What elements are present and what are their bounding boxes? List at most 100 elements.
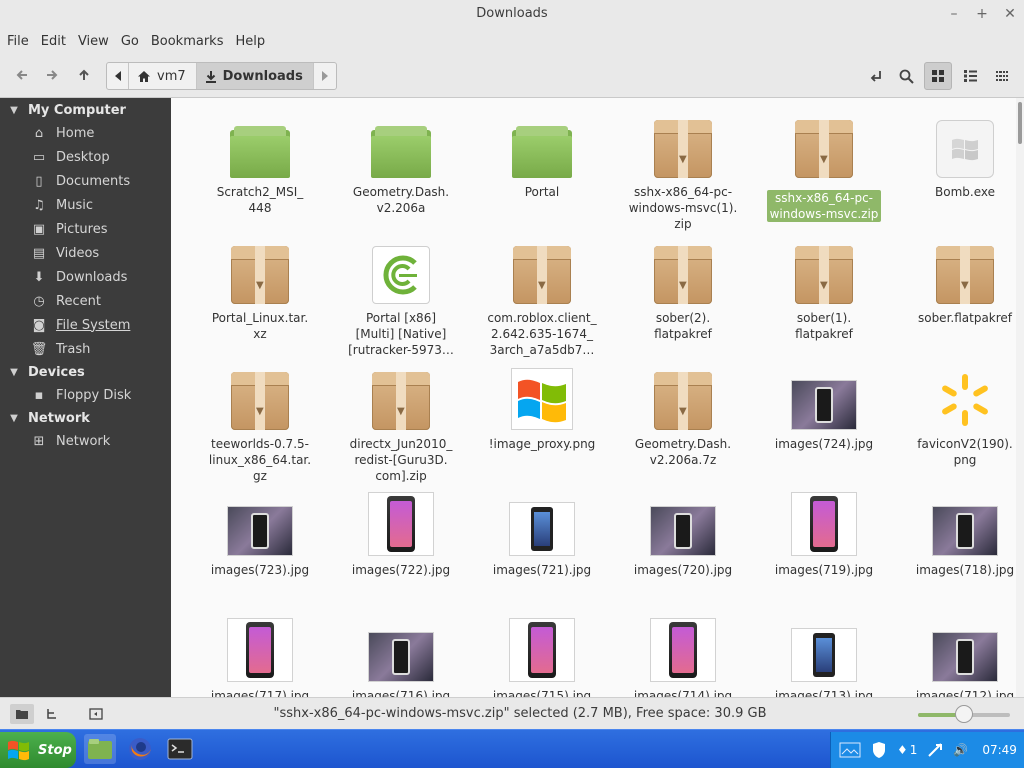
file-item[interactable]: images(721).jpg — [477, 488, 607, 578]
sidebar-item-label: Trash — [56, 341, 91, 357]
scrollbar-thumb[interactable] — [1018, 102, 1022, 144]
breadcrumb-vm7[interactable]: vm7 — [129, 63, 197, 89]
file-item[interactable]: images(713).jpg — [759, 614, 889, 697]
sidebar-item-downloads[interactable]: ⬇ Downloads — [30, 266, 128, 288]
sidebar-item-trash[interactable]: 🗑 Trash — [30, 338, 91, 360]
file-item[interactable]: Portal — [477, 110, 607, 200]
file-name-wrapper: !image_proxy.png — [477, 436, 607, 452]
sidebar-item-recent[interactable]: ◷ Recent — [30, 290, 101, 312]
archive-icon: ▼ — [900, 236, 1016, 304]
file-item[interactable]: ▼ Portal_Linux.tar. xz — [195, 236, 325, 342]
file-item[interactable]: images(719).jpg — [759, 488, 889, 578]
sidebar-section-network[interactable]: ▼ Network — [0, 407, 90, 429]
path-scroll-left[interactable] — [107, 63, 129, 89]
display-icon[interactable] — [839, 742, 861, 758]
file-item[interactable]: ▼ sshx-x86_64-pc- windows-msvc.zip — [759, 110, 889, 222]
sidebar-section-my-computer[interactable]: ▼ My Computer — [0, 99, 126, 121]
file-item[interactable]: images(718).jpg — [900, 488, 1016, 578]
file-item[interactable]: ▼ com.roblox.client_ 2.642.635-1674_ 3arc… — [477, 236, 607, 358]
file-item[interactable]: !image_proxy.png — [477, 362, 607, 452]
file-view[interactable]: Scratch2_MSI_ 448 Geometry.Dash. v2.206a P… — [171, 98, 1016, 697]
file-item[interactable]: ▼ directx_Jun2010_ redist-[Guru3D. com].z… — [336, 362, 466, 484]
file-name-wrapper: images(721).jpg — [477, 562, 607, 578]
folder-icon — [16, 710, 28, 719]
zoom-slider-handle[interactable] — [955, 705, 973, 723]
sidebar-item-desktop[interactable]: ▭ Desktop — [30, 146, 110, 168]
sidebar-item-network[interactable]: ⊞ Network — [30, 430, 111, 452]
file-item[interactable]: Geometry.Dash. v2.206a — [336, 110, 466, 216]
forward-button[interactable] — [38, 62, 66, 88]
sidebar-item-home[interactable]: ⌂ Home — [30, 122, 95, 144]
file-item[interactable]: images(722).jpg — [336, 488, 466, 578]
file-item[interactable]: images(712).jpg — [900, 614, 1016, 697]
breadcrumb-downloads[interactable]: Downloads — [196, 63, 314, 89]
sidebar-section-devices[interactable]: ▼ Devices — [0, 361, 85, 383]
taskbar-terminal[interactable] — [164, 734, 196, 764]
file-item[interactable]: faviconV2(190). png — [900, 362, 1016, 468]
breadcrumb-label: vm7 — [157, 68, 186, 84]
path-scroll-right[interactable] — [314, 63, 336, 89]
vertical-scrollbar[interactable] — [1016, 98, 1024, 697]
menu-edit[interactable]: Edit — [35, 34, 72, 49]
file-item[interactable]: images(714).jpg — [618, 614, 748, 697]
file-item[interactable]: Bomb.exe — [900, 110, 1016, 200]
triangle-right-icon — [321, 71, 328, 81]
sidebar-item-floppy-disk[interactable]: ▪ Floppy Disk — [30, 384, 132, 406]
file-item[interactable]: images(716).jpg — [336, 614, 466, 697]
sidebar-item-videos[interactable]: ▤ Videos — [30, 242, 99, 264]
minimize-button[interactable]: – — [940, 0, 968, 28]
image-thumbnail — [900, 488, 1016, 556]
show-treeview-button[interactable] — [40, 704, 64, 724]
archive-icon: ▼ — [759, 110, 889, 178]
close-button[interactable]: ✕ — [996, 0, 1024, 28]
file-name: sober(1). flatpakref — [795, 311, 853, 341]
file-item[interactable]: images(724).jpg — [759, 362, 889, 452]
menu-go[interactable]: Go — [115, 34, 145, 49]
expander-icon: ▼ — [10, 366, 18, 378]
icon-view-button[interactable] — [924, 62, 952, 90]
menu-file[interactable]: File — [1, 34, 35, 49]
taskbar-files[interactable] — [84, 734, 116, 764]
file-name: images(712).jpg — [915, 689, 1015, 697]
terminal-icon — [167, 738, 193, 760]
hide-sidebar-button[interactable] — [84, 704, 108, 724]
file-item[interactable]: images(723).jpg — [195, 488, 325, 578]
taskbar: Stop ♦ 1 🔊 07:49 — [0, 729, 1024, 768]
file-item[interactable]: Portal [x86] [Multi] [Native] [rutracker… — [336, 236, 466, 358]
start-button[interactable]: Stop — [0, 732, 76, 768]
toggle-location-entry-button[interactable] — [862, 62, 890, 90]
file-item[interactable]: images(717).jpg — [195, 614, 325, 697]
sidebar-item-music[interactable]: ♫ Music — [30, 194, 93, 216]
show-places-button[interactable] — [10, 704, 34, 724]
updates-tray[interactable]: ♦ 1 — [897, 743, 917, 757]
list-view-button[interactable] — [956, 62, 984, 90]
file-item[interactable]: ▼ sober(1). flatpakref — [759, 236, 889, 342]
maximize-button[interactable]: + — [968, 0, 996, 28]
file-item[interactable]: ▼ sober(2). flatpakref — [618, 236, 748, 342]
network-wireless-icon[interactable] — [927, 742, 943, 758]
menu-view[interactable]: View — [72, 34, 115, 49]
sidebar-item-pictures[interactable]: ▣ Pictures — [30, 218, 108, 240]
sidebar-item-documents[interactable]: ▯ Documents — [30, 170, 130, 192]
clock[interactable]: 07:49 — [982, 743, 1017, 757]
shield-icon[interactable] — [871, 741, 887, 759]
file-item[interactable]: images(715).jpg — [477, 614, 607, 697]
menu-help[interactable]: Help — [229, 34, 271, 49]
file-item[interactable]: ▼ Geometry.Dash. v2.206a.7z — [618, 362, 748, 468]
file-item[interactable]: images(720).jpg — [618, 488, 748, 578]
file-item[interactable]: ▼ sshx-x86_64-pc- windows-msvc(1). zip — [618, 110, 748, 232]
file-item[interactable]: ▼ sober.flatpakref — [900, 236, 1016, 326]
file-name: !image_proxy.png — [488, 437, 596, 451]
search-button[interactable] — [892, 62, 920, 90]
file-item[interactable]: Scratch2_MSI_ 448 — [195, 110, 325, 216]
back-button[interactable] — [8, 62, 36, 88]
window-controls: – + ✕ — [940, 0, 1024, 28]
volume-icon[interactable]: 🔊 — [953, 743, 968, 757]
compact-view-button[interactable] — [988, 62, 1016, 90]
menu-bookmarks[interactable]: Bookmarks — [145, 34, 230, 49]
taskbar-firefox[interactable] — [124, 734, 156, 764]
up-button[interactable] — [70, 62, 98, 88]
file-item[interactable]: ▼ teeworlds-0.7.5- linux_x86_64.tar. gz — [195, 362, 325, 484]
sidebar-item-file-system[interactable]: ◙ File System — [30, 314, 131, 336]
file-name-wrapper: sshx-x86_64-pc- windows-msvc.zip — [759, 184, 889, 222]
